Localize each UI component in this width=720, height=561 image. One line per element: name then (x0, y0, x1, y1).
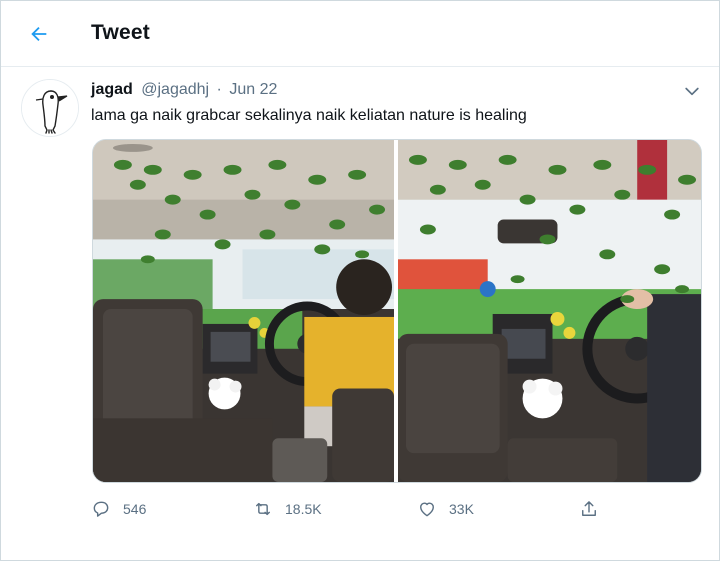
avatar[interactable] (21, 79, 79, 137)
share-icon (582, 501, 596, 516)
more-options-button[interactable] (681, 81, 703, 101)
reply-button[interactable]: 546 (91, 495, 146, 523)
tweet-text: lama ga naik grabcar sekalinya naik keli… (91, 107, 527, 124)
like-count: 33K (449, 501, 474, 517)
bird-doodle-icon (22, 80, 78, 136)
meta-separator: · (216, 81, 222, 98)
author-handle[interactable]: @jagadhj (141, 81, 209, 98)
author-name[interactable]: jagad (91, 81, 133, 98)
retweet-icon (256, 502, 270, 516)
tweet-meta: jagad @jagadhj · Jun 22 (91, 81, 277, 99)
like-button[interactable]: 33K (417, 495, 474, 523)
tweet-page: Tweet jagad @jagadhj · Jun 22 lama ga na… (0, 0, 720, 561)
chevron-down-icon (685, 87, 699, 96)
page-title: Tweet (91, 21, 150, 44)
arrow-left-icon (31, 26, 47, 42)
heart-icon (420, 502, 434, 517)
reply-icon (93, 501, 109, 517)
page-header: Tweet (1, 1, 719, 67)
tweet-date[interactable]: Jun 22 (229, 81, 277, 98)
retweet-count: 18.5K (285, 501, 322, 517)
reply-count: 546 (123, 501, 147, 517)
retweet-button[interactable]: 18.5K (253, 495, 322, 523)
back-button[interactable] (21, 17, 57, 51)
share-button[interactable] (579, 495, 599, 523)
tweet-photo-2[interactable] (398, 140, 701, 482)
tweet-photo-1[interactable] (93, 140, 394, 482)
tweet-actions: 546 18.5K 33K (91, 495, 611, 523)
tweet-media (92, 139, 702, 483)
